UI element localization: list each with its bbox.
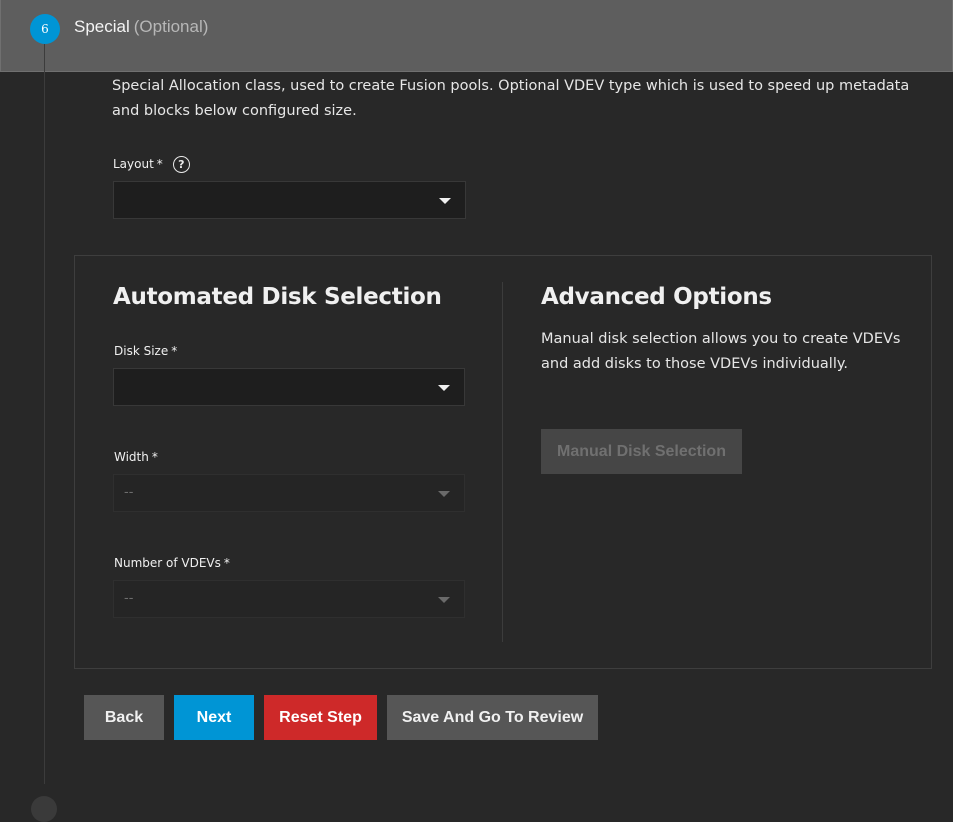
step-number-badge: 6 [30, 14, 60, 44]
chevron-down-icon [439, 198, 451, 204]
number-of-vdevs-label: Number of VDEVs * [114, 555, 230, 571]
layout-select[interactable] [113, 181, 466, 219]
step-title: Special (Optional) [74, 17, 208, 37]
disk-size-label: Disk Size * [114, 343, 177, 359]
step-description: Special Allocation class, used to create… [112, 78, 910, 119]
disk-size-label-text: Disk Size [114, 344, 169, 358]
chevron-down-icon [438, 597, 450, 603]
required-mark: * [156, 157, 163, 171]
required-mark: * [223, 556, 230, 570]
required-mark: * [151, 450, 158, 464]
step-title-text: Special [74, 17, 130, 36]
advanced-options-description: Manual disk selection allows you to crea… [541, 331, 901, 372]
step-optional-label: (Optional) [133, 17, 209, 36]
number-of-vdevs-label-text: Number of VDEVs [114, 556, 221, 570]
advanced-options-title: Advanced Options [541, 284, 772, 310]
automated-disk-selection-title: Automated Disk Selection [113, 284, 442, 310]
width-label: Width * [114, 449, 158, 465]
chevron-down-icon [438, 385, 450, 391]
next-button[interactable]: Next [174, 695, 254, 740]
disk-size-select[interactable] [113, 368, 465, 406]
width-select-value: -- [124, 485, 134, 500]
panel-divider [502, 282, 503, 642]
layout-label: Layout * ? [113, 155, 190, 173]
manual-disk-selection-button[interactable]: Manual Disk Selection [541, 429, 742, 474]
stepper-line [44, 44, 45, 784]
width-select[interactable]: -- [113, 474, 465, 512]
next-step-dot [31, 796, 57, 822]
width-label-text: Width [114, 450, 149, 464]
back-button[interactable]: Back [84, 695, 164, 740]
required-mark: * [171, 344, 178, 358]
step-header[interactable]: 6 Special (Optional) [0, 0, 953, 72]
number-of-vdevs-select[interactable]: -- [113, 580, 465, 618]
chevron-down-icon [438, 491, 450, 497]
save-and-review-button[interactable]: Save And Go To Review [387, 695, 598, 740]
layout-label-text: Layout [113, 157, 154, 171]
reset-step-button[interactable]: Reset Step [264, 695, 377, 740]
help-icon[interactable]: ? [172, 155, 190, 173]
number-of-vdevs-select-value: -- [124, 591, 134, 606]
